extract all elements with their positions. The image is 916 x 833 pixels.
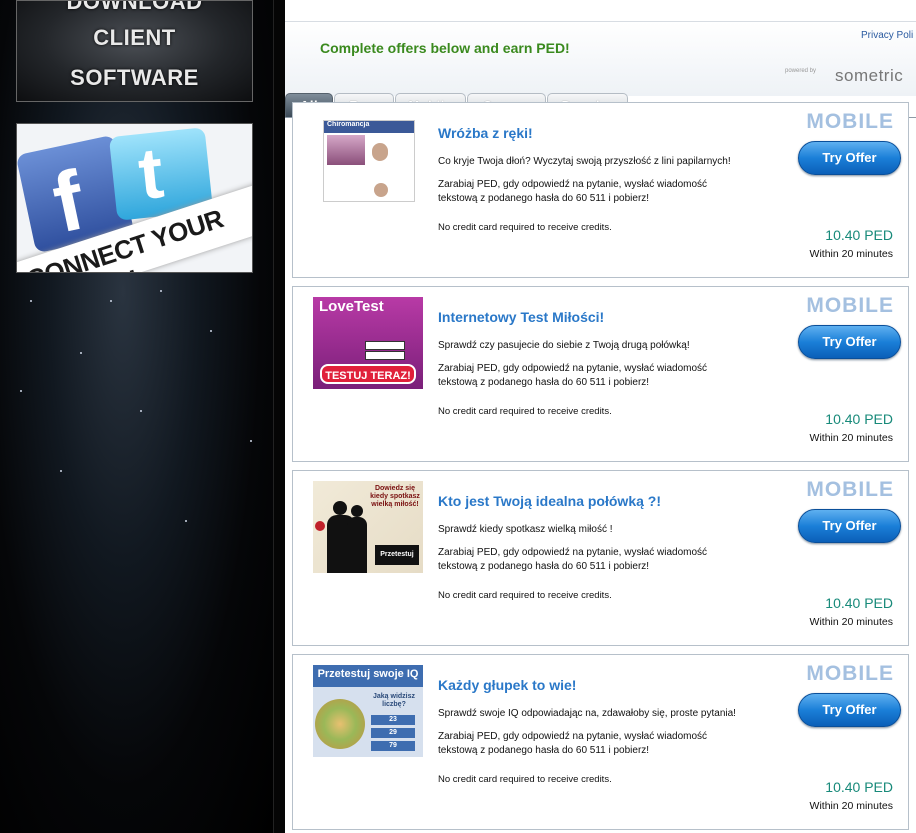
iq-option: 29 xyxy=(371,728,415,738)
offerwall-panel: Privacy Poli Complete offers below and e… xyxy=(285,0,916,833)
iq-option: 23 xyxy=(371,715,415,725)
face-image xyxy=(374,183,388,197)
download-client-banner[interactable]: DOWNLOAD CLIENT SOFTWARE xyxy=(16,0,253,102)
offer-thumbnail: Dowiedz się kiedy spotkasz wielką miłość… xyxy=(313,481,423,573)
star xyxy=(160,290,162,292)
offer-title[interactable]: Każdy głupek to wie! xyxy=(438,677,576,693)
offer-time: Within 20 minutes xyxy=(809,616,893,628)
offer-description: Co kryje Twoja dłoń? Wyczytaj swoją przy… xyxy=(438,156,731,167)
offer-instructions: Zarabiaj PED, gdy odpowiedź na pytanie, … xyxy=(438,547,708,572)
powered-by-label: powered by xyxy=(785,68,817,74)
star xyxy=(110,300,112,302)
offer-note: No credit card required to receive credi… xyxy=(438,774,612,785)
offer-card: Przetestuj swoje IQ Jaką widzisz liczbę?… xyxy=(292,654,909,830)
offer-title[interactable]: Kto jest Twoją idealna połówką ?! xyxy=(438,493,661,509)
client-line: CLIENT xyxy=(93,25,176,50)
offer-title[interactable]: Wróżba z ręki! xyxy=(438,125,533,141)
thumb-cta: TESTUJ TERAZ! xyxy=(320,364,416,384)
silhouette-body xyxy=(347,517,367,573)
headline: Complete offers below and earn PED! xyxy=(320,40,570,56)
offer-reward: 10.40 PED xyxy=(825,411,893,427)
offer-reward: 10.40 PED xyxy=(825,227,893,243)
offer-note: No credit card required to receive credi… xyxy=(438,590,612,601)
offer-note: No credit card required to receive credi… xyxy=(438,222,612,233)
twitter-glyph: t xyxy=(134,133,168,216)
offer-title[interactable]: Internetowy Test Miłości! xyxy=(438,309,604,325)
thumb-heading: Dowiedz się kiedy spotkasz wielką miłość… xyxy=(370,485,420,508)
offer-category-badge: MOBILE xyxy=(806,478,894,501)
offer-card: Chiromancja Wróżba z ręki! Co kryje Twoj… xyxy=(292,102,909,278)
star xyxy=(60,470,62,472)
star xyxy=(20,390,22,392)
top-strip xyxy=(285,0,916,22)
thumb-question: Jaką widzisz liczbę? xyxy=(372,693,416,708)
try-offer-button[interactable]: Try Offer xyxy=(798,693,901,727)
offer-instructions: Zarabiaj PED, gdy odpowiedź na pytanie, … xyxy=(438,179,708,204)
rose-decoration xyxy=(315,521,325,531)
offer-category-badge: MOBILE xyxy=(806,110,894,133)
try-offer-button[interactable]: Try Offer xyxy=(798,141,901,175)
offer-time: Within 20 minutes xyxy=(809,800,893,812)
offer-thumbnail: Chiromancja xyxy=(323,120,415,202)
thumb-input xyxy=(365,351,405,360)
offerwall-header: Privacy Poli Complete offers below and e… xyxy=(285,22,916,118)
brand-logo: sometric xyxy=(835,66,904,85)
offer-reward: 10.40 PED xyxy=(825,779,893,795)
thumb-heading: LoveTest xyxy=(319,298,384,315)
offer-thumbnail: Przetestuj swoje IQ Jaką widzisz liczbę?… xyxy=(313,665,423,757)
offer-description: Sprawdź kiedy spotkasz wielką miłość ! xyxy=(438,524,613,535)
palm-image xyxy=(327,135,365,165)
thumb-heading: Chiromancja xyxy=(324,121,414,133)
thumb-heading: Przetestuj swoje IQ xyxy=(317,668,419,680)
thumb-input xyxy=(365,341,405,350)
connect-avatar-banner[interactable]: f t CONNECT YOUR AVATAR! xyxy=(16,123,253,273)
offer-reward: 10.40 PED xyxy=(825,595,893,611)
try-offer-button[interactable]: Try Offer xyxy=(798,325,901,359)
star xyxy=(185,520,187,522)
download-line: DOWNLOAD xyxy=(66,0,203,14)
silhouette-head xyxy=(333,501,347,515)
offer-card: Dowiedz się kiedy spotkasz wielką miłość… xyxy=(292,470,909,646)
try-offer-button[interactable]: Try Offer xyxy=(798,509,901,543)
privacy-policy-link[interactable]: Privacy Poli xyxy=(861,30,913,41)
offer-description: Sprawdź swoje IQ odpowiadając na, zdawał… xyxy=(438,708,736,719)
silhouette-head xyxy=(351,505,363,517)
star xyxy=(30,300,32,302)
offer-card: LoveTest TESTUJ TERAZ! Internetowy Test … xyxy=(292,286,909,462)
thumb-cta: Przetestuj xyxy=(375,545,419,565)
offer-time: Within 20 minutes xyxy=(809,432,893,444)
offer-description: Sprawdź czy pasujecie do siebie z Twoją … xyxy=(438,340,690,351)
offer-time: Within 20 minutes xyxy=(809,248,893,260)
ishihara-plate xyxy=(315,699,365,749)
face-image xyxy=(372,143,388,161)
offer-instructions: Zarabiaj PED, gdy odpowiedź na pytanie, … xyxy=(438,731,708,756)
star xyxy=(80,352,82,354)
offer-instructions: Zarabiaj PED, gdy odpowiedź na pytanie, … xyxy=(438,363,708,388)
offer-category-badge: MOBILE xyxy=(806,294,894,317)
facebook-glyph: f xyxy=(44,152,92,251)
star xyxy=(250,440,252,442)
star xyxy=(140,410,142,412)
iq-option: 79 xyxy=(371,741,415,751)
offer-category-badge: MOBILE xyxy=(806,662,894,685)
star xyxy=(210,330,212,332)
offer-thumbnail: LoveTest TESTUJ TERAZ! xyxy=(313,297,423,389)
offer-note: No credit card required to receive credi… xyxy=(438,406,612,417)
software-line: SOFTWARE xyxy=(70,65,199,90)
